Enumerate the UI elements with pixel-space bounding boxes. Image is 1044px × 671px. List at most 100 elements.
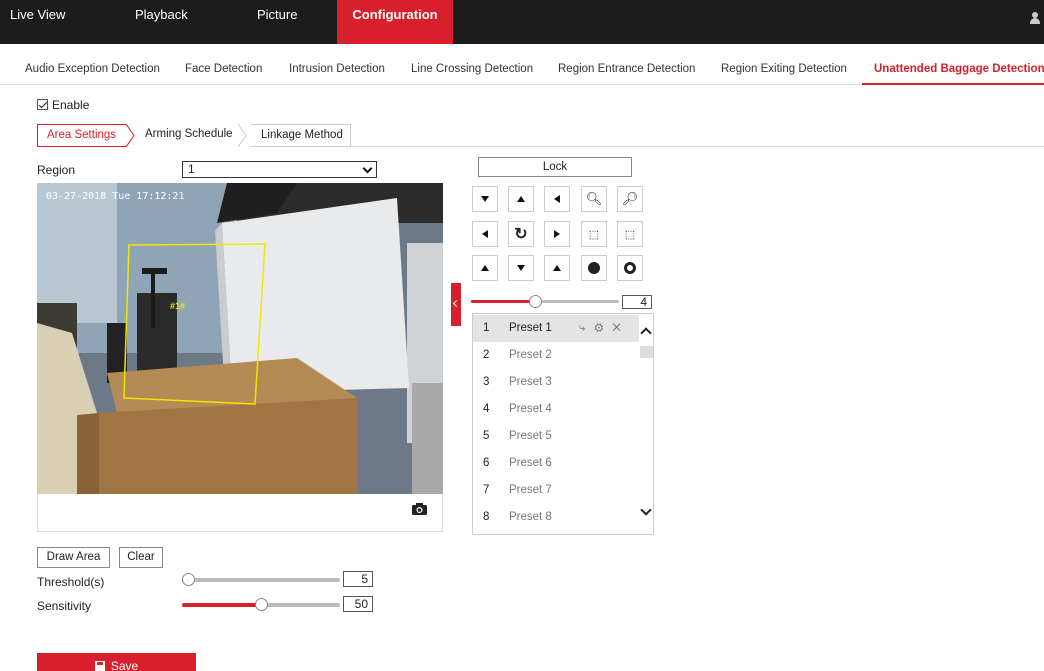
collapse-panel-button[interactable]: [451, 283, 461, 326]
video-timestamp: 03-27-2018 Tue 17:12:21: [46, 191, 185, 202]
preset-item[interactable]: 8 Preset 8: [473, 504, 639, 531]
region-select[interactable]: 1: [182, 161, 377, 178]
sensitivity-slider[interactable]: [182, 598, 340, 612]
threshold-input[interactable]: 5: [343, 571, 373, 587]
active-tab-underline: [862, 83, 1044, 85]
step-area-settings-label: Area Settings: [47, 129, 117, 141]
zoom-in-button[interactable]: 🔎︎: [617, 186, 643, 212]
gear-icon[interactable]: ⚙: [594, 322, 603, 334]
slider-knob[interactable]: [254, 598, 268, 611]
arrow-down-icon: [517, 265, 525, 271]
save-button[interactable]: Save: [37, 653, 196, 671]
chevron-down-icon: [362, 163, 373, 174]
tab-intrusion-detection[interactable]: Intrusion Detection: [289, 63, 385, 75]
region-label: Region: [37, 163, 76, 177]
arrow-down-right-icon: [553, 265, 561, 271]
preset-item[interactable]: 5 Preset 5: [473, 423, 639, 450]
tab-audio-exception-detection[interactable]: Audio Exception Detection: [25, 63, 160, 75]
preset-item[interactable]: 6 Preset 6: [473, 450, 639, 477]
focus-near-icon: ⬚: [588, 228, 600, 241]
ptz-down-button[interactable]: [508, 255, 534, 281]
sensitivity-input[interactable]: 50: [343, 596, 373, 612]
region-tag: #1#: [170, 301, 186, 311]
arrow-up-right-icon: [554, 195, 560, 203]
nav-picture[interactable]: Picture: [257, 0, 297, 44]
slider-knob[interactable]: [182, 573, 195, 586]
arrow-up-left-icon: [481, 196, 489, 202]
preset-item[interactable]: 3 Preset 3: [473, 369, 639, 396]
user-icon[interactable]: [1030, 12, 1040, 24]
chevron-down-icon[interactable]: [640, 504, 652, 516]
video-preview[interactable]: 03-27-2018 Tue 17:12:21 #1#: [37, 183, 443, 494]
nav-playback[interactable]: Playback: [135, 0, 188, 44]
auto-rotate-icon: ↻: [514, 226, 528, 243]
close-icon[interactable]: ✕: [612, 322, 620, 334]
ptz-up-button[interactable]: [508, 186, 534, 212]
preset-item[interactable]: 2 Preset 2: [473, 342, 639, 369]
ptz-up-left-button[interactable]: [472, 186, 498, 212]
ptz-speed-slider[interactable]: [471, 295, 619, 309]
scrollbar-thumb[interactable]: [640, 346, 653, 358]
draw-area-button[interactable]: Draw Area: [37, 547, 110, 568]
save-label: Save: [110, 659, 139, 671]
lock-button[interactable]: Lock: [478, 157, 632, 177]
arrow-up-icon: [517, 196, 525, 202]
preset-scrollbar[interactable]: [639, 314, 653, 534]
iris-close-icon: [624, 262, 636, 274]
ptz-right-button[interactable]: [544, 221, 570, 247]
arrow-down-left-icon: [481, 265, 489, 271]
nav-live-view[interactable]: Live View: [10, 0, 65, 44]
zoom-out-icon: 🔍︎: [585, 191, 603, 206]
step-separator-icon: [237, 124, 247, 147]
detection-tabs: Audio Exception Detection Face Detection…: [0, 53, 1044, 85]
clear-button[interactable]: Clear: [119, 547, 163, 568]
tab-line-crossing-detection[interactable]: Line Crossing Detection: [411, 63, 533, 75]
steps-divider: [351, 146, 1044, 147]
threshold-label: Threshold(s): [37, 575, 105, 589]
iris-open-icon: [588, 262, 600, 274]
arrow-right-icon: [554, 230, 560, 238]
sensitivity-label: Sensitivity: [37, 599, 92, 613]
ptz-down-right-button[interactable]: [544, 255, 570, 281]
nav-configuration[interactable]: Configuration: [337, 0, 453, 44]
tab-region-entrance-detection[interactable]: Region Entrance Detection: [558, 63, 695, 75]
chevron-up-icon[interactable]: [640, 327, 652, 339]
focus-far-icon: ⬚: [624, 228, 636, 241]
iris-close-button[interactable]: [617, 255, 643, 281]
step-arrow-icon: [125, 124, 135, 147]
enable-label: Enable: [52, 98, 90, 112]
tab-region-exiting-detection[interactable]: Region Exiting Detection: [721, 63, 847, 75]
slider-knob[interactable]: [529, 295, 543, 308]
preset-list: 1 Preset 1 ⤷ ⚙ ✕ 2 Preset 2 3 Preset 3 4 Pr…: [472, 313, 654, 535]
ptz-down-left-button[interactable]: [472, 255, 498, 281]
step-linkage-method-label: Linkage Method: [261, 129, 343, 141]
call-preset-icon[interactable]: ⤷: [579, 322, 585, 334]
ptz-left-button[interactable]: [472, 221, 498, 247]
enable-checkbox[interactable]: Enable: [37, 98, 89, 112]
checkbox-checked-icon: [37, 99, 48, 110]
zoom-out-button[interactable]: 🔍︎: [581, 186, 607, 212]
ptz-speed-input[interactable]: 4: [622, 295, 652, 309]
ptz-up-right-button[interactable]: [544, 186, 570, 212]
region-select-value: 1: [188, 162, 195, 176]
arrow-left-icon: [482, 230, 488, 238]
focus-near-button[interactable]: ⬚: [581, 221, 607, 247]
tab-face-detection[interactable]: Face Detection: [185, 63, 262, 75]
focus-far-button[interactable]: ⬚: [617, 221, 643, 247]
camera-scene: [37, 183, 443, 494]
threshold-slider[interactable]: [182, 573, 340, 587]
iris-open-button[interactable]: [581, 255, 607, 281]
step-linkage-method[interactable]: Linkage Method: [251, 124, 351, 147]
camera-icon[interactable]: [412, 503, 427, 515]
preset-item[interactable]: 1 Preset 1 ⤷ ⚙ ✕: [473, 315, 639, 342]
tab-unattended-baggage-detection[interactable]: Unattended Baggage Detection: [874, 63, 1044, 75]
step-arming-schedule-label: Arming Schedule: [145, 128, 233, 140]
top-navigation: Live View Playback Picture Configuration: [0, 0, 1044, 44]
step-arming-schedule[interactable]: Arming Schedule: [145, 124, 233, 147]
ptz-auto-button[interactable]: ↻: [508, 221, 534, 247]
save-icon: [94, 661, 105, 671]
preset-item[interactable]: 7 Preset 7: [473, 477, 639, 504]
preset-item[interactable]: 4 Preset 4: [473, 396, 639, 423]
step-area-settings[interactable]: Area Settings: [37, 124, 127, 147]
zoom-in-icon: 🔎︎: [621, 191, 639, 206]
